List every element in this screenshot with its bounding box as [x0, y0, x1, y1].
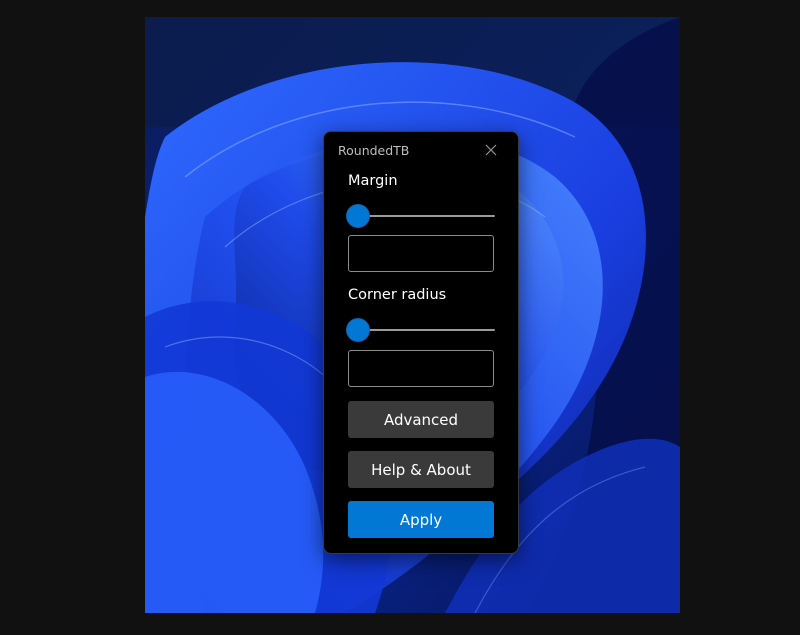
roundedtb-window: RoundedTB Margin Corner radius Advanced … — [323, 131, 519, 554]
apply-button[interactable]: Apply — [348, 501, 494, 538]
advanced-button[interactable]: Advanced — [348, 401, 494, 438]
margin-label: Margin — [348, 173, 398, 189]
margin-slider-track — [348, 215, 495, 217]
corner-radius-slider[interactable] — [347, 318, 495, 342]
margin-slider[interactable] — [347, 204, 495, 228]
close-icon — [485, 144, 497, 156]
corner-radius-label: Corner radius — [348, 287, 447, 303]
corner-radius-input[interactable] — [348, 350, 494, 387]
margin-input[interactable] — [348, 235, 494, 272]
corner-radius-slider-thumb[interactable] — [347, 319, 369, 341]
close-button[interactable] — [479, 138, 503, 162]
window-title: RoundedTB — [338, 143, 410, 158]
margin-slider-thumb[interactable] — [347, 205, 369, 227]
help-about-button[interactable]: Help & About — [348, 451, 494, 488]
corner-radius-slider-track — [348, 329, 495, 331]
